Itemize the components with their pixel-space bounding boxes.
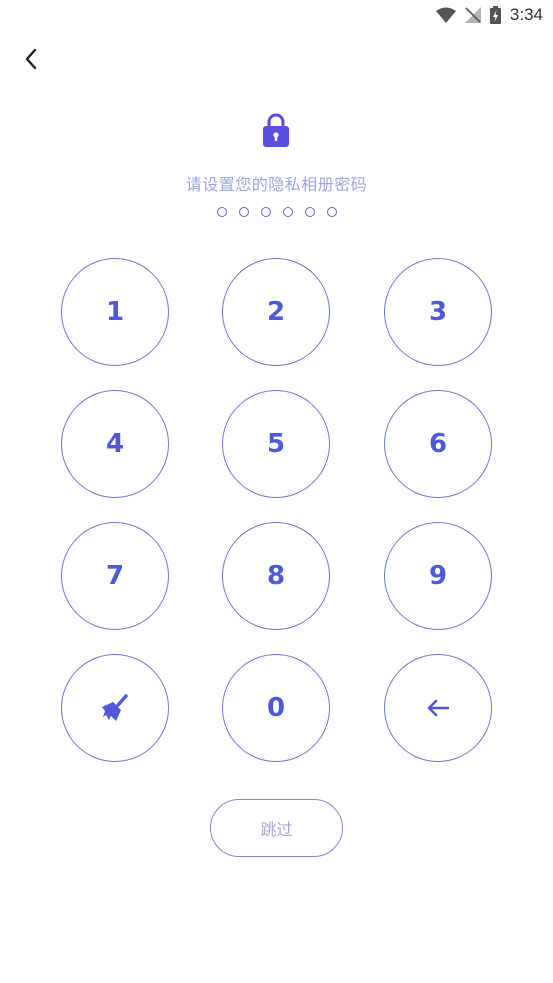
pin-dot [304, 207, 315, 217]
key-6[interactable]: 6 [384, 390, 492, 498]
status-bar: 3:34 [0, 0, 553, 32]
password-prompt: 请设置您的隐私相册密码 [185, 175, 368, 194]
pin-dot [238, 207, 249, 217]
key-7[interactable]: 7 [61, 522, 169, 630]
key-1[interactable]: 1 [61, 258, 169, 366]
pin-dot [260, 207, 271, 217]
battery-charging-icon [489, 6, 501, 24]
broom-icon [102, 694, 128, 721]
pin-dot [282, 207, 293, 217]
clear-button[interactable] [61, 654, 169, 762]
key-9[interactable]: 9 [384, 522, 492, 630]
chevron-left-icon [25, 48, 37, 70]
arrow-left-icon [427, 699, 449, 717]
lock-icon [263, 113, 289, 147]
key-2[interactable]: 2 [222, 258, 330, 366]
no-signal-icon [464, 7, 481, 23]
key-5[interactable]: 5 [222, 390, 330, 498]
pin-dot [326, 207, 337, 217]
pin-indicator [0, 207, 553, 217]
back-button[interactable] [14, 42, 48, 76]
status-icons: 3:34 [435, 5, 543, 25]
key-0[interactable]: 0 [222, 654, 330, 762]
wifi-icon [435, 7, 456, 23]
skip-button[interactable]: 跳过 [210, 799, 343, 857]
delete-button[interactable] [384, 654, 492, 762]
status-time: 3:34 [509, 5, 543, 24]
key-4[interactable]: 4 [61, 390, 169, 498]
key-3[interactable]: 3 [384, 258, 492, 366]
key-8[interactable]: 8 [222, 522, 330, 630]
pin-dot [216, 207, 227, 217]
